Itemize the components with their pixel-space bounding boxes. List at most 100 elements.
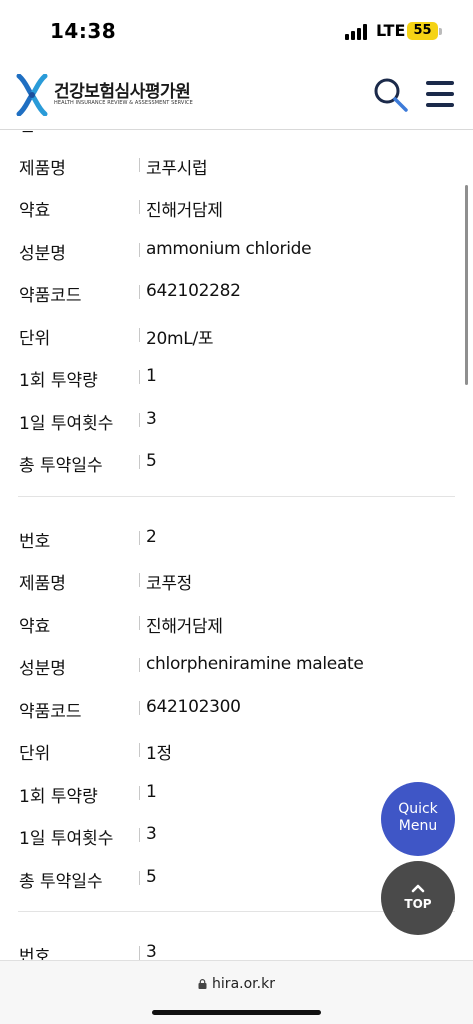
row-label: 제품명 — [19, 158, 66, 179]
signal-strength-icon — [345, 24, 371, 40]
hira-logo-icon — [16, 74, 48, 116]
row-label: 1회 투약량 — [19, 371, 98, 391]
record-row-ingredient: 성분명 ammonium chloride — [18, 231, 455, 274]
record-row-efficacy: 약효 진해거담제 — [18, 604, 455, 647]
record-row-ingredient: 성분명 chlorpheniramine maleate — [18, 646, 455, 689]
record-row-efficacy: 약효 진해거담제 — [18, 188, 455, 231]
row-label: 단위 — [19, 328, 51, 349]
row-label: 1회 투약량 — [19, 786, 98, 807]
row-separator — [139, 573, 140, 587]
row-label: 약효 — [19, 201, 51, 221]
row-separator — [139, 327, 140, 342]
row-label: 번호 — [19, 131, 50, 136]
record-row-daily-frequency: 1일 투여횟수 3 — [18, 401, 455, 444]
row-value: 642102282 — [146, 281, 241, 301]
row-value: 코푸정 — [146, 574, 193, 594]
row-value: 3 — [146, 942, 157, 960]
row-value: 20mL/포 — [146, 328, 214, 349]
row-value: 3 — [146, 408, 157, 429]
row-separator — [139, 200, 140, 214]
row-separator — [139, 412, 140, 427]
row-value: 5 — [146, 451, 157, 471]
row-separator — [139, 700, 140, 715]
row-label: 약효 — [19, 616, 51, 637]
row-separator — [139, 785, 140, 800]
home-indicator[interactable] — [152, 1010, 321, 1015]
row-separator — [139, 285, 140, 299]
row-separator — [139, 743, 140, 757]
record-row-total-days: 총 투약일수 5 — [18, 443, 455, 486]
scroll-to-top-button[interactable]: TOP — [381, 861, 455, 935]
menu-line — [426, 81, 454, 85]
drug-record: 번호1 제품명코푸시럽 약효진해거담제 성분명ammonium chloride… — [0, 131, 473, 486]
record-row-product: 제품명 코푸시럽 — [18, 146, 455, 189]
scrollbar[interactable] — [465, 185, 468, 385]
row-label: 총 투약일수 — [19, 871, 103, 892]
row-label: 약품코드 — [19, 701, 82, 722]
row-separator — [139, 530, 140, 545]
row-value: 642102300 — [146, 696, 241, 717]
row-value: ammonium chloride — [146, 238, 312, 259]
chevron-up-icon — [411, 884, 425, 893]
row-separator — [139, 870, 140, 885]
row-value: chlorpheniramine maleate — [146, 654, 364, 674]
site-logo[interactable]: 건강보험심사평가원 HEALTH INSURANCE REVIEW & ASSE… — [16, 72, 206, 118]
record-row-unit: 단위 20mL/포 — [18, 316, 455, 359]
battery-icon: 55 — [407, 22, 438, 40]
record-divider — [18, 495, 455, 497]
row-separator — [139, 242, 140, 257]
record-row-unit: 단위 1정 — [18, 731, 455, 774]
status-time: 14:38 — [50, 19, 117, 43]
logo-title: 건강보험심사평가원 — [54, 82, 191, 102]
record-row-drug-code: 약품코드 642102282 — [18, 273, 455, 316]
quick-menu-label-line2: Menu — [398, 818, 438, 834]
row-label: 총 투약일수 — [19, 456, 103, 476]
row-value: 3 — [146, 824, 157, 844]
menu-line — [426, 92, 454, 96]
row-separator — [139, 946, 140, 960]
row-separator — [139, 615, 140, 630]
row-label: 성분명 — [19, 659, 66, 679]
row-value: 진해거담제 — [146, 616, 223, 637]
hamburger-menu-button[interactable] — [424, 79, 456, 109]
url-text: hira.or.kr — [212, 976, 275, 992]
row-separator — [139, 157, 140, 172]
row-separator — [139, 455, 140, 469]
lock-icon — [198, 979, 207, 989]
site-header: 건강보험심사평가원 HEALTH INSURANCE REVIEW & ASSE… — [0, 62, 473, 130]
row-value: 1 — [146, 366, 157, 386]
row-value: 진해거담제 — [146, 201, 223, 221]
row-value: 1 — [146, 781, 157, 802]
row-value: 코푸시럽 — [146, 158, 208, 179]
row-label: 1일 투여횟수 — [19, 413, 114, 434]
record-row-number: 번호 3 — [18, 934, 455, 960]
search-icon — [374, 78, 408, 112]
quick-menu-label-line1: Quick — [398, 801, 438, 817]
url-display[interactable]: hira.or.kr — [0, 976, 473, 992]
row-value: 2 — [146, 526, 157, 547]
search-button[interactable] — [372, 76, 410, 114]
record-row-number: 번호 2 — [18, 519, 455, 562]
browser-address-bar[interactable]: hira.or.kr — [0, 960, 473, 1024]
drug-record: 번호 3 — [0, 934, 473, 960]
row-label: 1일 투여횟수 — [19, 829, 114, 849]
row-label: 단위 — [19, 744, 51, 764]
row-separator — [139, 658, 140, 672]
menu-line — [426, 103, 454, 107]
row-value: 1정 — [146, 744, 172, 764]
status-bar: 14:38 LTE 55 — [0, 0, 473, 62]
record-row-dose: 1회 투약량 1 — [18, 358, 455, 401]
row-separator — [139, 828, 140, 842]
row-label: 번호 — [19, 947, 51, 960]
logo-subtitle: HEALTH INSURANCE REVIEW & ASSESSMENT SER… — [54, 100, 193, 106]
record-row-product: 제품명 코푸정 — [18, 561, 455, 604]
row-label: 제품명 — [19, 574, 66, 594]
row-label: 성분명 — [19, 243, 66, 264]
network-type: LTE — [376, 21, 406, 40]
top-label: TOP — [404, 897, 432, 911]
quick-menu-button[interactable]: Quick Menu — [381, 782, 455, 856]
battery-cap — [439, 28, 442, 35]
row-separator — [139, 370, 140, 384]
record-row-number: 번호1 — [18, 131, 455, 146]
row-label: 약품코드 — [19, 286, 82, 306]
